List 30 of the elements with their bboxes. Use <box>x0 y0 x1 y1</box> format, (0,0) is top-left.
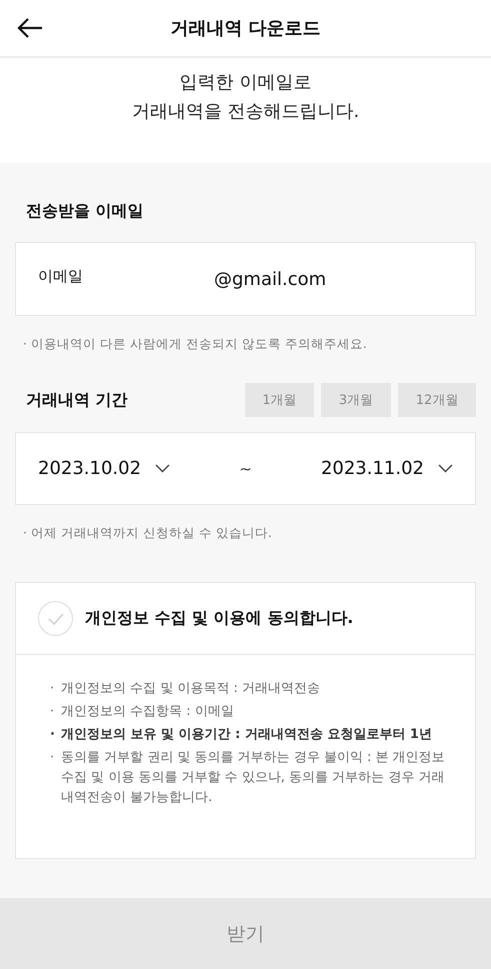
section-title: 전송받을 이메일 <box>25 201 145 222</box>
bullet: · <box>50 680 56 698</box>
page-title: 거래내역 다운로드 <box>170 17 321 40</box>
consent-term-text: 동의를 거부할 권리 및 동의를 거부하는 경우 불이익 : 본 개인정보수집 및 이용 동의를 거부할 수 있으나, 동의를 거부하는 경우 거래내역전송이 불가능합니다. <box>61 749 446 807</box>
period-preset-button[interactable]: 3개월 <box>321 383 391 417</box>
email-field[interactable]: 이메일 @gmail.com <box>15 242 476 316</box>
bullet: · <box>50 703 56 721</box>
bullet: · <box>50 726 56 744</box>
range-separator: ~ <box>238 460 253 478</box>
consent-term-text: 개인정보의 수집 및 이용목적 : 거래내역전송 <box>61 680 320 698</box>
check-icon <box>48 612 64 624</box>
field-label: 이메일 <box>38 266 84 286</box>
consent-term-text: 개인정보의 보유 및 이용기간 : 거래내역전송 요청일로부터 1년 <box>61 726 432 744</box>
intro-text: 거래내역을 전송해드립니다. <box>132 100 360 124</box>
end-date-dropdown[interactable]: 2023.11.02 <box>320 458 453 479</box>
start-date-dropdown[interactable]: 2023.10.02 <box>38 458 170 479</box>
section-title: 거래내역 기간 <box>25 390 128 410</box>
warning-note: · 이용내역이 다른 사람에게 전송되지 않도록 주의해주세요. <box>22 336 368 353</box>
chevron-down-icon <box>155 464 170 473</box>
intro-text: 입력한 이메일로 <box>180 71 312 95</box>
period-note: · 어제 거래내역까지 신청하실 수 있습니다. <box>22 525 273 542</box>
period-preset-button[interactable]: 12개월 <box>398 383 476 417</box>
period-preset-button[interactable]: 1개월 <box>245 383 314 417</box>
consent-term-text: 개인정보의 수집항목 : 이메일 <box>61 703 234 721</box>
email-value: @gmail.com <box>214 268 326 290</box>
bullet: · <box>50 749 56 767</box>
consent-checkbox[interactable] <box>38 601 73 636</box>
chevron-down-icon <box>438 464 453 473</box>
back-arrow-icon <box>17 18 43 38</box>
consent-label: 개인정보 수집 및 이용에 동의합니다. <box>85 608 354 629</box>
